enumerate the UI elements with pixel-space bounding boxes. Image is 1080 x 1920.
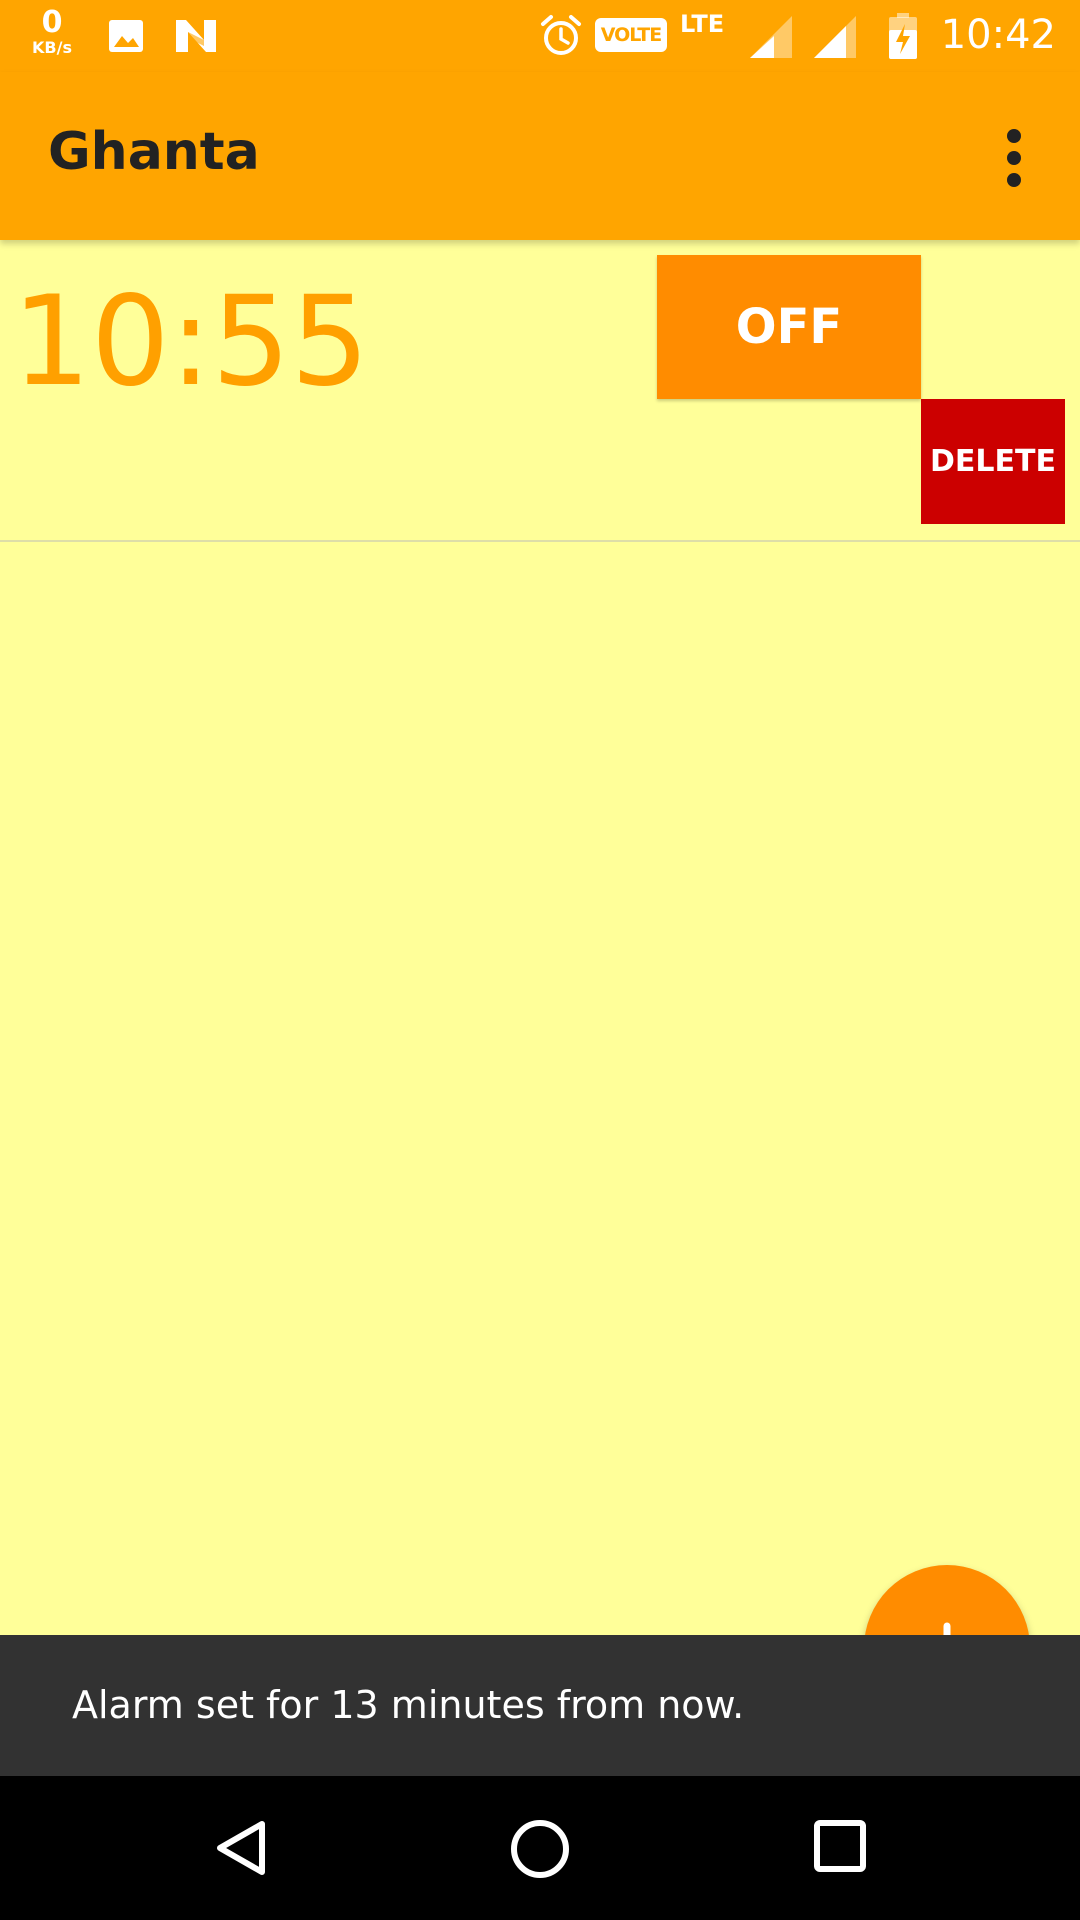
status-bar: 0 KB/s VOLTE LTE 10:42 (0, 0, 1080, 72)
snackbar-message: Alarm set for 13 minutes from now. (72, 1683, 745, 1727)
recents-icon[interactable] (812, 1818, 868, 1874)
alarm-toggle-button[interactable]: OFF (657, 255, 921, 399)
alarm-clock-icon (541, 15, 581, 55)
network-speed-value: 0 (41, 5, 63, 40)
more-vert-icon[interactable] (990, 126, 1038, 190)
snackbar: Alarm set for 13 minutes from now. (0, 1635, 1080, 1776)
app-bar: Ghanta (0, 72, 1080, 240)
signal-strength-icon (750, 16, 792, 58)
app-title: Ghanta (48, 122, 260, 182)
navigation-bar (0, 1776, 1080, 1920)
screen: 0 KB/s VOLTE LTE 10:42 Ghanta 10:55 OFF … (0, 0, 1080, 1920)
network-speed-unit: KB/s (32, 38, 72, 57)
alarm-time[interactable]: 10:55 (12, 280, 369, 404)
lte-label: LTE (680, 10, 725, 38)
network-speed: 0 KB/s (22, 8, 82, 56)
status-clock: 10:42 (940, 12, 1056, 58)
home-icon[interactable] (507, 1816, 573, 1882)
n-notification-icon (176, 20, 216, 52)
battery-charging-icon (889, 13, 917, 59)
image-icon (109, 20, 143, 52)
delete-alarm-button[interactable]: DELETE (921, 399, 1065, 524)
back-icon[interactable] (210, 1816, 274, 1880)
volte-badge: VOLTE (595, 18, 667, 52)
alarm-list-item[interactable]: 10:55 OFF DELETE (0, 240, 1080, 542)
signal-strength-icon (814, 16, 856, 58)
